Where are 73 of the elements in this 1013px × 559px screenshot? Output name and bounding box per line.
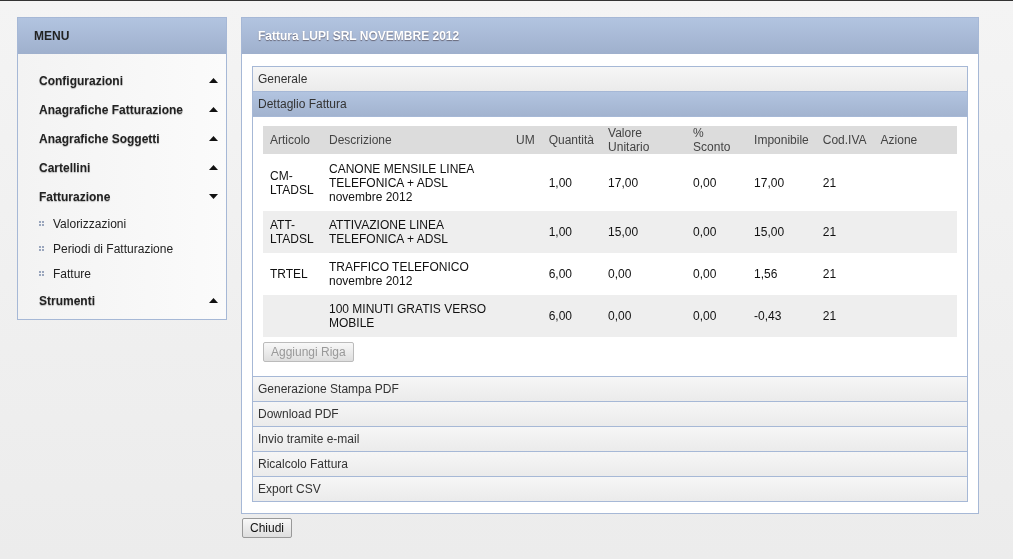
menu-item-label: Configurazioni xyxy=(39,73,123,88)
accordion-header[interactable]: Download PDF xyxy=(253,402,967,427)
column-header: Descrizione xyxy=(322,126,509,154)
menu-item-label: Fatturazione xyxy=(39,189,111,204)
caret-up-icon xyxy=(209,165,218,170)
column-header: UM xyxy=(509,126,542,154)
table-cell: 6,00 xyxy=(541,295,602,337)
caret-down-icon xyxy=(209,194,218,199)
submenu-item[interactable]: Periodi di Fatturazione xyxy=(18,236,226,261)
table-cell: -0,43 xyxy=(747,295,816,337)
column-header: Articolo xyxy=(263,126,322,154)
bullet-icon xyxy=(39,271,44,276)
table-cell: 21 xyxy=(815,253,874,295)
table-cell: CANONE MENSILE LINEA TELEFONICA + ADSL novembre 2012 xyxy=(322,154,509,211)
table-cell: 15,00 xyxy=(601,211,687,253)
table-cell: 21 xyxy=(815,154,874,211)
column-header: Quantità xyxy=(541,126,602,154)
submenu-item[interactable]: Valorizzazioni xyxy=(18,211,226,236)
menu-title: MENU xyxy=(18,18,226,54)
table-cell: 0,00 xyxy=(601,295,687,337)
table-cell: 1,00 xyxy=(541,211,602,253)
menu-item[interactable]: Fatturazione xyxy=(18,182,226,211)
table-cell: 21 xyxy=(815,295,874,337)
table-cell: 15,00 xyxy=(747,211,816,253)
table-cell: TRAFFICO TELEFONICO novembre 2012 xyxy=(322,253,509,295)
accordion-header[interactable]: Generale xyxy=(253,67,967,92)
table-cell: 1,00 xyxy=(541,154,602,211)
menu-item[interactable]: Strumenti xyxy=(18,286,226,315)
menu-item-label: Cartellini xyxy=(39,160,91,175)
submenu-item-label: Valorizzazioni xyxy=(53,216,127,231)
table-cell: 17,00 xyxy=(747,154,816,211)
caret-up-icon xyxy=(209,78,218,83)
column-header: Valore Unitario xyxy=(601,126,687,154)
accordion-header[interactable]: Invio tramite e-mail xyxy=(253,427,967,452)
column-header: Cod.IVA xyxy=(815,126,874,154)
column-header: Azione xyxy=(873,126,957,154)
bullet-icon xyxy=(39,221,44,226)
menu-item[interactable]: Configurazioni xyxy=(18,66,226,95)
accordion-header[interactable]: Ricalcolo Fattura xyxy=(253,452,967,477)
table-cell: 0,00 xyxy=(686,295,748,337)
bullet-icon xyxy=(39,246,44,251)
accordion-header[interactable]: Dettaglio Fattura xyxy=(253,92,967,117)
close-button[interactable]: Chiudi xyxy=(242,518,293,538)
table-cell: ATT-LTADSL xyxy=(263,211,322,253)
submenu-item[interactable]: Fatture xyxy=(18,261,226,286)
caret-up-icon xyxy=(209,136,218,141)
table-cell: 21 xyxy=(815,211,874,253)
panel-title: Fattura LUPI SRL NOVEMBRE 2012 xyxy=(242,18,978,54)
menu-item-label: Anagrafiche Fatturazione xyxy=(39,102,184,117)
table-cell: 0,00 xyxy=(686,253,748,295)
table-cell: 0,00 xyxy=(686,154,748,211)
submenu-item-label: Periodi di Fatturazione xyxy=(53,241,174,256)
submenu-item-label: Fatture xyxy=(53,266,91,281)
table-cell: 6,00 xyxy=(541,253,602,295)
menu-item-label: Strumenti xyxy=(39,293,95,308)
column-header: % Sconto xyxy=(686,126,748,154)
table-cell: 1,56 xyxy=(747,253,816,295)
column-header: Imponibile xyxy=(747,126,816,154)
caret-up-icon xyxy=(209,298,218,303)
table-cell: 0,00 xyxy=(601,253,687,295)
caret-up-icon xyxy=(209,107,218,112)
table-cell: 100 MINUTI GRATIS VERSO MOBILE xyxy=(322,295,509,337)
table-cell: CM-LTADSL xyxy=(263,154,322,211)
menu-item[interactable]: Anagrafiche Fatturazione xyxy=(18,95,226,124)
table-cell: 17,00 xyxy=(601,154,687,211)
accordion-header[interactable]: Generazione Stampa PDF xyxy=(253,377,967,402)
table-cell: 0,00 xyxy=(686,211,748,253)
table-cell: ATTIVAZIONE LINEA TELEFONICA + ADSL xyxy=(322,211,509,253)
menu-item-label: Anagrafiche Soggetti xyxy=(39,131,160,146)
table-cell: TRTEL xyxy=(263,253,322,295)
menu-item[interactable]: Cartellini xyxy=(18,153,226,182)
menu-item[interactable]: Anagrafiche Soggetti xyxy=(18,124,226,153)
accordion-header[interactable]: Export CSV xyxy=(253,477,967,502)
